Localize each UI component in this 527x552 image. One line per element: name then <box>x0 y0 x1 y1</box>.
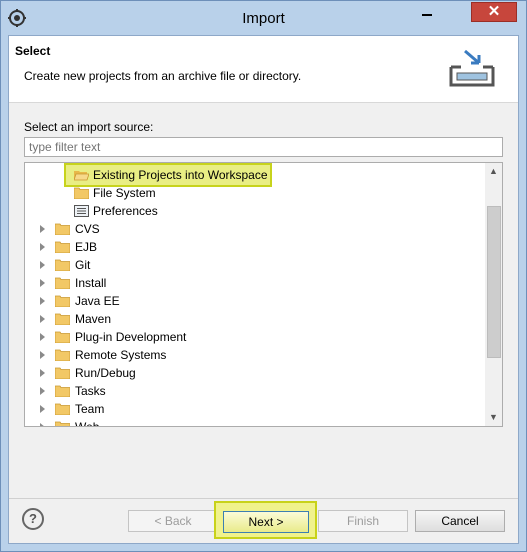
folder-icon <box>55 259 70 271</box>
cancel-button[interactable]: Cancel <box>415 510 505 532</box>
tree-category-plugin-development[interactable]: Plug-in Development <box>25 328 485 346</box>
tree-item-label: Web <box>75 420 100 427</box>
expand-arrow-icon[interactable] <box>40 369 45 377</box>
footer-separator <box>9 498 518 499</box>
wizard-header: Select Create new projects from an archi… <box>9 36 518 103</box>
window-title: Import <box>242 10 285 27</box>
back-button[interactable]: < Back <box>128 510 218 532</box>
preferences-icon <box>74 205 89 217</box>
tree-item-label: Install <box>75 276 107 290</box>
tree-category-git[interactable]: Git <box>25 256 485 274</box>
dialog-body: Select Create new projects from an archi… <box>8 35 519 544</box>
expand-arrow-icon[interactable] <box>40 423 45 426</box>
folder-icon <box>74 187 89 199</box>
tree-item-label: CVS <box>75 222 100 236</box>
tree-category-cvs[interactable]: CVS <box>25 220 485 238</box>
tree-item-label: Tasks <box>75 384 106 398</box>
tree-item-preferences[interactable]: Preferences <box>25 202 485 220</box>
expand-arrow-icon[interactable] <box>40 243 45 251</box>
expand-arrow-icon[interactable] <box>40 315 45 323</box>
folder-icon <box>55 331 70 343</box>
folder-icon <box>55 349 70 361</box>
tree-item-label: Preferences <box>93 204 158 218</box>
tree-category-maven[interactable]: Maven <box>25 310 485 328</box>
title-bar[interactable]: Import ✕ <box>1 1 526 35</box>
expand-arrow-icon[interactable] <box>40 279 45 287</box>
folder-icon <box>55 241 70 253</box>
expand-arrow-icon[interactable] <box>40 225 45 233</box>
minimize-button[interactable] <box>413 2 441 22</box>
import-icon <box>449 49 495 87</box>
tree-category-ejb[interactable]: EJB <box>25 238 485 256</box>
scroll-up-icon[interactable]: ▲ <box>485 163 502 180</box>
tree-category-install[interactable]: Install <box>25 274 485 292</box>
expand-arrow-icon[interactable] <box>40 351 45 359</box>
folder-icon <box>55 223 70 235</box>
tree-item-label: EJB <box>75 240 98 254</box>
tree-item-label: Remote Systems <box>75 348 167 362</box>
folder-icon <box>55 295 70 307</box>
tree-item-file-system[interactable]: File System <box>25 184 485 202</box>
scrollbar-thumb[interactable] <box>487 206 501 358</box>
folder-icon <box>55 367 70 379</box>
tree-category-web[interactable]: Web <box>25 418 485 427</box>
close-button[interactable]: ✕ <box>471 2 517 22</box>
expand-arrow-icon[interactable] <box>40 261 45 269</box>
tree-item-label: Plug-in Development <box>75 330 187 344</box>
tree-item-label: Git <box>75 258 91 272</box>
next-button[interactable]: Next > <box>223 511 309 533</box>
import-source-label: Select an import source: <box>24 120 154 134</box>
import-dialog: Import ✕ Select Create new projects from… <box>0 0 527 552</box>
filter-input[interactable] <box>24 137 503 157</box>
expand-arrow-icon[interactable] <box>40 405 45 413</box>
expand-arrow-icon[interactable] <box>40 387 45 395</box>
folder-icon <box>55 403 70 415</box>
finish-button[interactable]: Finish <box>318 510 408 532</box>
import-source-tree: Existing Projects into Workspace File Sy… <box>24 162 503 427</box>
page-title: Select <box>15 44 51 58</box>
help-icon[interactable]: ? <box>22 508 44 530</box>
folder-icon <box>55 313 70 325</box>
scroll-down-icon[interactable]: ▼ <box>485 409 502 426</box>
folder-icon <box>55 385 70 397</box>
tree-item-label: Existing Projects into Workspace <box>93 168 268 182</box>
tree-category-run-debug[interactable]: Run/Debug <box>25 364 485 382</box>
tree-category-team[interactable]: Team <box>25 400 485 418</box>
close-icon: ✕ <box>487 3 501 20</box>
tree-category-tasks[interactable]: Tasks <box>25 382 485 400</box>
tree-category-remote-systems[interactable]: Remote Systems <box>25 346 485 364</box>
tree-item-existing-projects[interactable]: Existing Projects into Workspace <box>25 166 485 184</box>
tree-item-label: Java EE <box>75 294 120 308</box>
page-description: Create new projects from an archive file… <box>24 69 302 83</box>
expand-arrow-icon[interactable] <box>40 297 45 305</box>
tree-category-java-ee[interactable]: Java EE <box>25 292 485 310</box>
tree-item-label: Run/Debug <box>75 366 136 380</box>
folder-icon <box>55 421 70 426</box>
folder-icon <box>55 277 70 289</box>
expand-arrow-icon[interactable] <box>40 333 45 341</box>
tree-item-label: Maven <box>75 312 112 326</box>
tree-item-label: File System <box>93 186 156 200</box>
tree-item-label: Team <box>75 402 105 416</box>
vertical-scrollbar[interactable]: ▲ ▼ <box>485 163 502 426</box>
folder-open-icon <box>74 171 89 181</box>
